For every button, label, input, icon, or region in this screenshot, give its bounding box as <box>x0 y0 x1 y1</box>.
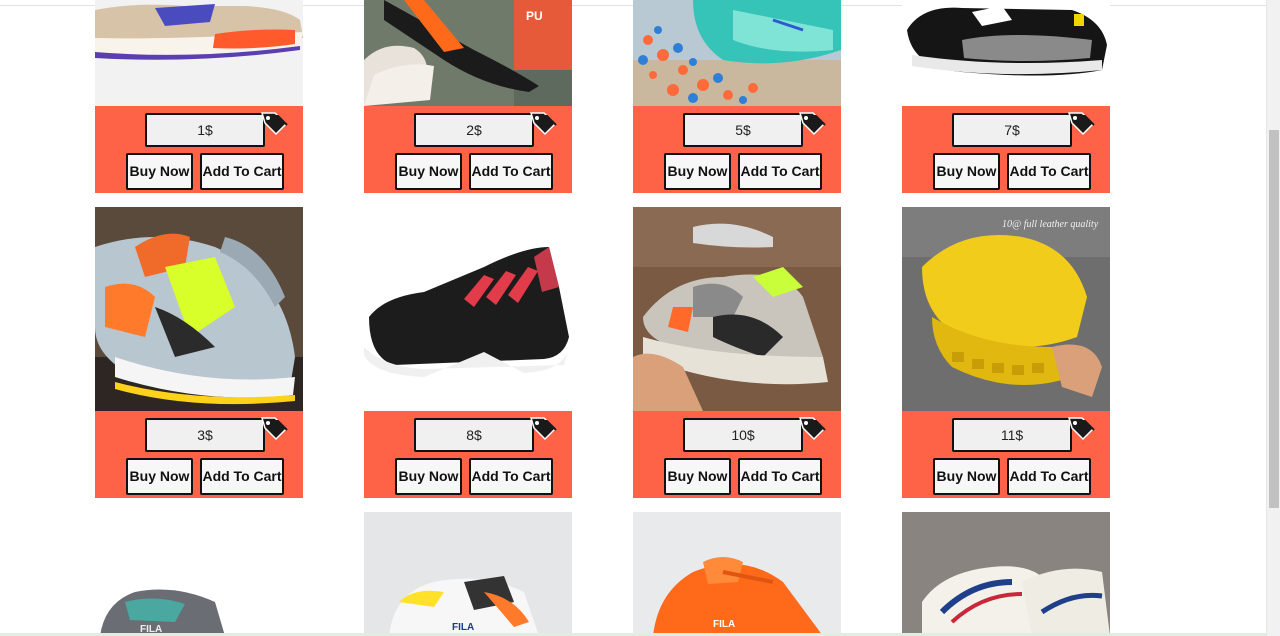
product-image[interactable]: FILA <box>95 512 303 636</box>
buy-now-button[interactable]: Buy Now <box>126 458 193 495</box>
add-to-cart-button[interactable]: Add To Cart <box>469 153 553 190</box>
price-tag-icon <box>798 112 826 136</box>
shoe-image: FILA <box>95 512 303 636</box>
price-tag-icon <box>1067 417 1095 441</box>
add-to-cart-button[interactable]: Add To Cart <box>200 153 284 190</box>
product-image[interactable] <box>364 207 572 411</box>
svg-text:FILA: FILA <box>713 619 735 630</box>
add-to-cart-button[interactable]: Add To Cart <box>1007 153 1091 190</box>
product-panel: 7$ Buy Now Add To Cart <box>902 106 1110 193</box>
price-display: 11$ <box>952 418 1072 452</box>
product-image[interactable] <box>902 512 1110 636</box>
price-display: 1$ <box>145 113 265 147</box>
price-tag-icon <box>260 417 288 441</box>
shoe-image <box>902 0 1110 106</box>
buy-now-button[interactable]: Buy Now <box>664 458 731 495</box>
shoe-image <box>902 512 1110 636</box>
product-panel: 8$ Buy Now Add To Cart <box>364 411 572 498</box>
product-grid-page: 1$ Buy Now Add To Cart PU 2$ Buy Now Add… <box>0 0 1266 636</box>
price-display: 2$ <box>414 113 534 147</box>
buy-now-button[interactable]: Buy Now <box>395 153 462 190</box>
add-to-cart-button[interactable]: Add To Cart <box>738 458 822 495</box>
product-image[interactable]: 10@ full leather quality <box>902 207 1110 411</box>
shoe-image <box>95 207 303 411</box>
product-image[interactable] <box>633 0 841 106</box>
buy-now-button[interactable]: Buy Now <box>126 153 193 190</box>
price-display: 8$ <box>414 418 534 452</box>
buy-now-button[interactable]: Buy Now <box>664 153 731 190</box>
svg-text:PU: PU <box>526 9 543 23</box>
product-image[interactable] <box>95 207 303 411</box>
price-display: 5$ <box>683 113 803 147</box>
shoe-image: FILA <box>633 512 841 636</box>
shoe-image <box>364 207 572 411</box>
product-panel: 10$ Buy Now Add To Cart <box>633 411 841 498</box>
price-tag-icon <box>798 417 826 441</box>
add-to-cart-button[interactable]: Add To Cart <box>200 458 284 495</box>
product-image[interactable]: PU <box>364 0 572 106</box>
buy-now-button[interactable]: Buy Now <box>933 458 1000 495</box>
product-image[interactable] <box>95 0 303 106</box>
add-to-cart-button[interactable]: Add To Cart <box>469 458 553 495</box>
shoe-image: PU <box>364 0 572 106</box>
scrollbar-thumb[interactable] <box>1269 130 1279 508</box>
product-panel: 1$ Buy Now Add To Cart <box>95 106 303 193</box>
product-panel: 5$ Buy Now Add To Cart <box>633 106 841 193</box>
shoe-image <box>633 207 841 411</box>
add-to-cart-button[interactable]: Add To Cart <box>738 153 822 190</box>
add-to-cart-button[interactable]: Add To Cart <box>1007 458 1091 495</box>
product-image[interactable]: FILA <box>364 512 572 636</box>
price-display: 3$ <box>145 418 265 452</box>
product-image[interactable] <box>633 207 841 411</box>
price-display: 10$ <box>683 418 803 452</box>
shoe-image <box>95 0 303 106</box>
shoe-image: FILA <box>364 512 572 636</box>
product-panel: 11$ Buy Now Add To Cart <box>902 411 1110 498</box>
vertical-scrollbar[interactable] <box>1266 0 1280 636</box>
product-panel: 3$ Buy Now Add To Cart <box>95 411 303 498</box>
shoe-image <box>633 0 841 106</box>
buy-now-button[interactable]: Buy Now <box>933 153 1000 190</box>
price-tag-icon <box>260 112 288 136</box>
svg-text:FILA: FILA <box>452 622 474 633</box>
price-tag-icon <box>529 417 557 441</box>
product-panel: 2$ Buy Now Add To Cart <box>364 106 572 193</box>
price-tag-icon <box>529 112 557 136</box>
product-image[interactable]: FILA <box>633 512 841 636</box>
price-display: 7$ <box>952 113 1072 147</box>
price-tag-icon <box>1067 112 1095 136</box>
shoe-image: 10@ full leather quality <box>902 207 1110 411</box>
product-image[interactable] <box>902 0 1110 106</box>
buy-now-button[interactable]: Buy Now <box>395 458 462 495</box>
svg-text:10@ full leather quality: 10@ full leather quality <box>1002 219 1099 230</box>
